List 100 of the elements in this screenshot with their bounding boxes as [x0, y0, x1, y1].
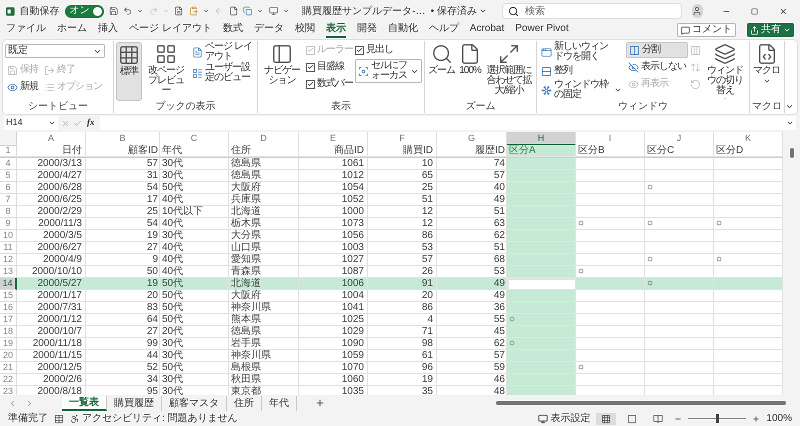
highlighted-cell	[507, 170, 576, 182]
table-cell: 栃木県	[229, 218, 299, 230]
highlighted-cell	[507, 302, 576, 314]
table-cell: ○	[576, 266, 645, 278]
table-cell: 34	[86, 374, 160, 386]
table-cell: 40代	[160, 194, 229, 206]
ribbon-button[interactable]: 表示しない	[626, 59, 688, 75]
name-box[interactable]: H14	[4, 116, 58, 130]
sheet-tab[interactable]: 一覧表	[62, 396, 107, 410]
restore-icon[interactable]	[751, 6, 758, 16]
table-cell: 26	[368, 266, 437, 278]
group-label: ズーム	[466, 101, 496, 113]
ribbon-button[interactable]: 標準	[116, 42, 142, 101]
comment-button[interactable]: コメント	[677, 23, 736, 37]
table-cell: 52	[86, 362, 160, 374]
accessibility-status[interactable]: アクセシビリティ: 問題ありません	[82, 414, 238, 424]
view-button[interactable]	[596, 412, 616, 424]
ribbon-button[interactable]: 整列	[539, 63, 624, 79]
ribbon-button[interactable]: 100%	[458, 42, 482, 101]
ribbon-button[interactable]: 新しいウィンドウを開く	[539, 42, 624, 62]
clipboard-icon[interactable]	[188, 5, 198, 17]
copy-icon[interactable]	[242, 5, 252, 17]
caret-icon[interactable]	[257, 7, 264, 15]
table-cell: 64	[86, 314, 160, 326]
expand-caret-icon[interactable]	[786, 119, 794, 127]
dropdown-field[interactable]: 既定	[5, 44, 105, 58]
menu-tab[interactable]: 校閲	[294, 22, 315, 38]
accessibility-icon[interactable]	[70, 414, 80, 424]
menu-tab[interactable]: ホーム	[57, 22, 87, 38]
autosave-toggle[interactable]: オン	[64, 4, 104, 18]
table-cell: 54	[86, 218, 160, 230]
table-cell: 兵庫県	[229, 194, 299, 206]
menu-tab[interactable]: Power Pivot	[515, 22, 569, 38]
up-down-arrow-icon	[690, 62, 701, 72]
ribbon-button[interactable]: ユーザー設定のビュー	[190, 63, 255, 83]
table-cell: 2000/10/10	[17, 266, 86, 278]
customize-caret-icon[interactable]	[282, 7, 290, 15]
zoom-in-icon[interactable]	[752, 414, 760, 422]
status-text: 準備完了	[8, 414, 48, 424]
table-cell: 北海道	[229, 206, 299, 218]
ribbon-button[interactable]: ページ レイアウト	[190, 42, 255, 62]
ribbon-button[interactable]: ウィンドウの切り替え	[703, 42, 747, 101]
checkbox-label: 数式バー	[317, 79, 353, 89]
save-status[interactable]: • 保存済み	[430, 4, 487, 18]
table-cell: 53	[368, 242, 437, 254]
active-cell[interactable]	[507, 278, 576, 290]
table-cell: 2000/1/17	[17, 290, 86, 302]
menu-tab[interactable]: ページ レイアウト	[129, 22, 212, 38]
checkbox[interactable]	[306, 62, 315, 72]
table-cell: 57	[86, 158, 160, 170]
header-cell: 年代	[160, 145, 229, 157]
ribbon-button[interactable]: ウィンドウ枠の固定	[539, 80, 624, 100]
share-button[interactable]: 共有	[747, 23, 794, 37]
table-cell: 65	[368, 170, 437, 182]
menu-tab[interactable]: 数式	[222, 22, 243, 38]
row-header[interactable]: 14	[0, 278, 17, 290]
ribbon-button[interactable]: ズーム	[427, 42, 456, 101]
document-icon[interactable]	[174, 5, 184, 17]
monitor-icon[interactable]	[268, 5, 278, 17]
formula-input-field[interactable]	[100, 116, 796, 130]
vertical-scrollbar[interactable]	[783, 132, 800, 395]
ribbon-button[interactable]: 選択範囲に合わせて拡大/縮小	[484, 42, 534, 101]
ribbon-button[interactable]: ナビゲーション	[260, 42, 304, 101]
search-field[interactable]: 検索	[502, 3, 682, 19]
menu-tab[interactable]: Acrobat	[470, 22, 504, 38]
menu-tab[interactable]: 開発	[356, 22, 377, 38]
insert-function-button[interactable]: fx	[85, 116, 96, 130]
table-cell: 1006	[299, 278, 368, 290]
table-cell: 2000/11/15	[17, 350, 86, 362]
menu-tab[interactable]: ヘルプ	[428, 22, 459, 38]
ribbon-button[interactable]: 改ページプレビュー	[144, 42, 188, 101]
ribbon-button[interactable]: 分割	[626, 42, 688, 58]
header-cell: 購買ID	[368, 145, 437, 157]
table-cell: 30代	[160, 338, 229, 350]
zoom-level[interactable]: 100%	[766, 414, 792, 424]
zoom-slider-thumb[interactable]	[716, 414, 720, 423]
caret-icon[interactable]	[137, 7, 144, 15]
account-icon[interactable]	[692, 4, 703, 18]
save-icon[interactable]	[108, 5, 118, 17]
table-cell: 1054	[299, 182, 368, 194]
menu-tab[interactable]: データ	[254, 22, 284, 38]
caret-icon[interactable]	[202, 7, 210, 15]
checkbox[interactable]	[355, 46, 364, 54]
horizontal-scrollbar[interactable]	[496, 399, 786, 407]
add-sheet-icon[interactable]	[315, 398, 325, 408]
dropdown-field[interactable]: セルにフォーカス	[355, 59, 422, 83]
checkbox[interactable]	[306, 80, 315, 88]
macro-record-icon[interactable]	[54, 414, 64, 424]
table-cell: 1061	[299, 158, 368, 170]
ribbon-button[interactable]: 新規	[5, 79, 40, 95]
menu-tab[interactable]: 自動化	[388, 22, 418, 38]
display-settings-button[interactable]: 表示設定	[538, 414, 590, 424]
menu-tab[interactable]: ファイル	[6, 22, 46, 38]
undo-icon[interactable]	[122, 5, 132, 17]
column-header[interactable]: H	[507, 132, 576, 146]
collapse-ribbon-icon[interactable]	[785, 102, 794, 111]
table-cell: 50代	[160, 314, 229, 326]
blank-page-icon[interactable]	[228, 5, 238, 17]
ribbon-button[interactable]: マクロ	[752, 42, 781, 101]
menu-tab[interactable]: 挿入	[98, 22, 118, 38]
